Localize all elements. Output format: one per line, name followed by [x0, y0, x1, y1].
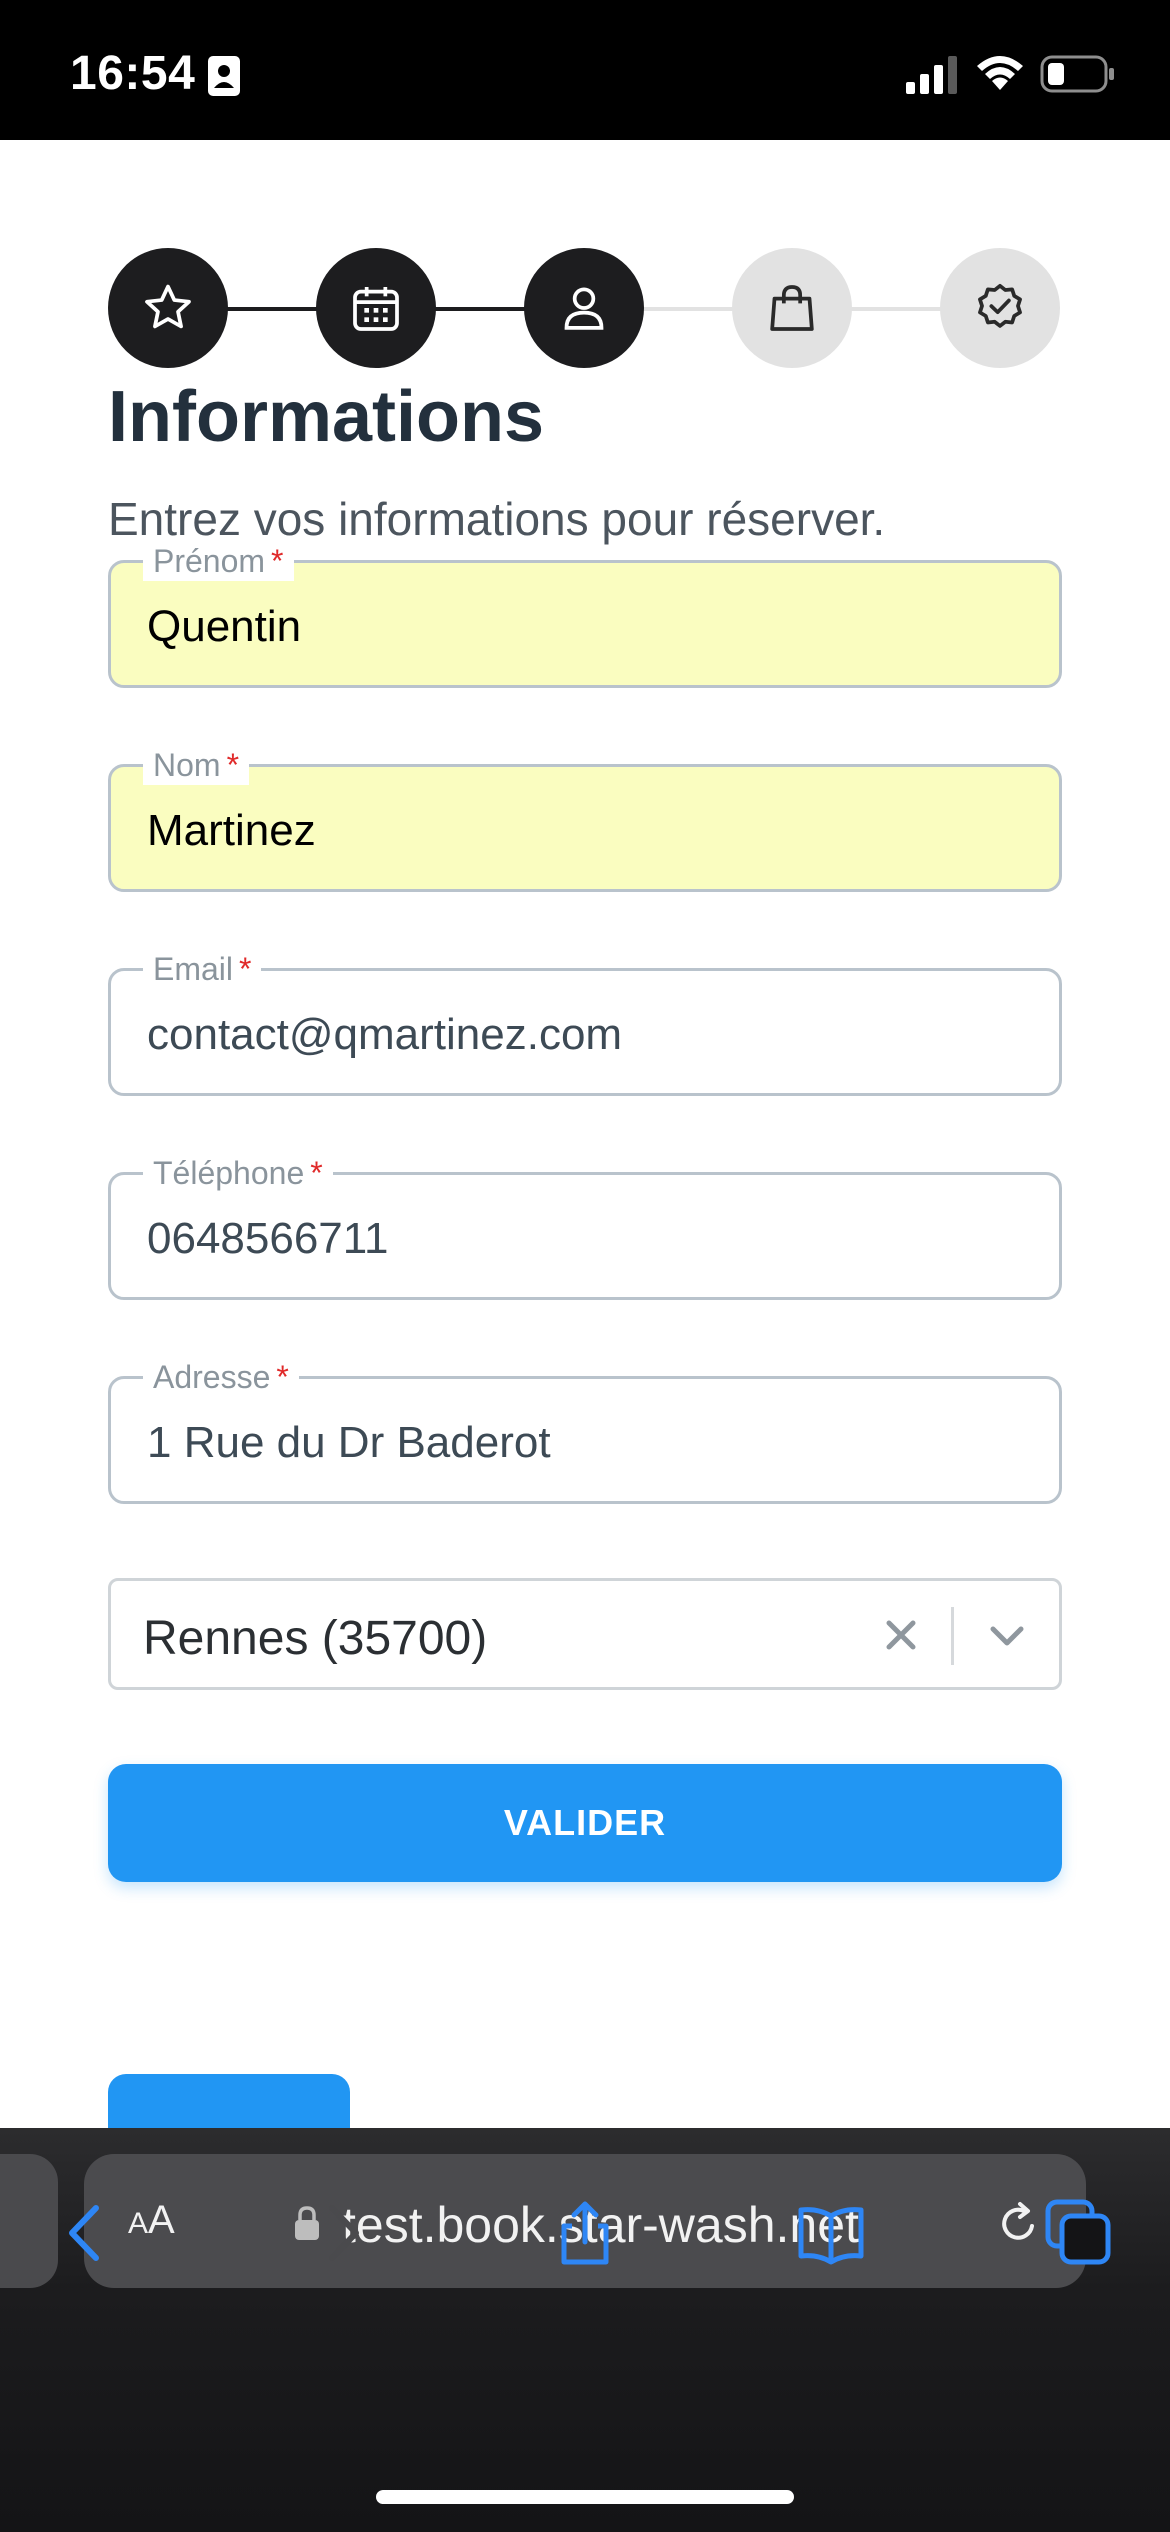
chevron-down-icon[interactable] [983, 1615, 1031, 1659]
user-icon [564, 287, 604, 330]
step-confirmation[interactable] [940, 248, 1060, 368]
phone-input[interactable] [147, 1211, 1027, 1267]
status-time: 16:54 [70, 47, 196, 100]
email-input[interactable] [147, 1007, 1027, 1063]
field-label: Nom * [143, 745, 250, 785]
city-select[interactable]: Rennes (35700) [108, 1578, 1062, 1690]
bookmarks-icon[interactable] [796, 2198, 866, 2268]
last-name-field: Nom * [108, 745, 1062, 892]
forward-icon[interactable] [306, 2198, 376, 2268]
shopping-bag-icon [770, 285, 814, 331]
share-icon[interactable] [550, 2198, 620, 2268]
step-information[interactable] [524, 248, 644, 368]
page-subtitle: Entrez vos informations pour réserver. [108, 493, 886, 545]
contact-card-icon [208, 56, 240, 96]
clear-icon[interactable] [877, 1611, 925, 1659]
booking-stepper [108, 248, 1062, 368]
calendar-icon [353, 287, 399, 331]
step-connector [634, 307, 744, 311]
star-icon [145, 284, 191, 329]
submit-button[interactable]: VALIDER [108, 1764, 1062, 1882]
field-label: Adresse * [143, 1357, 299, 1397]
phone-field: Téléphone * [108, 1153, 1062, 1300]
step-connector [426, 307, 536, 311]
email-field: Email * [108, 949, 1062, 1096]
address-input[interactable] [147, 1415, 1027, 1471]
status-bar: 16:54 [0, 0, 1170, 140]
reader-settings-button[interactable]: AA [128, 2198, 175, 2243]
battery-icon [1040, 55, 1114, 93]
address-field: Adresse * [108, 1357, 1062, 1504]
step-date[interactable] [316, 248, 436, 368]
step-connector [842, 307, 952, 311]
home-indicator[interactable] [376, 2490, 794, 2504]
first-name-field: Prénom * [108, 541, 1062, 688]
last-name-input[interactable] [147, 803, 1027, 859]
wifi-icon [977, 56, 1023, 90]
tabs-icon[interactable] [1044, 2198, 1114, 2268]
previous-tab-preview[interactable] [0, 2154, 58, 2288]
select-divider [951, 1607, 954, 1665]
field-label: Email * [143, 949, 262, 989]
page-title: Informations [108, 377, 545, 457]
field-label: Prénom * [143, 541, 294, 581]
first-name-input[interactable] [147, 599, 1027, 655]
step-cart[interactable] [732, 248, 852, 368]
signal-icon [906, 56, 957, 94]
back-icon[interactable] [52, 2198, 122, 2268]
reload-icon[interactable] [994, 2198, 1044, 2248]
step-connector [218, 307, 328, 311]
browser-toolbar: AA test.book.star-wash.net [0, 2128, 1170, 2532]
city-select-value: Rennes (35700) [143, 1612, 488, 1665]
verified-badge-icon [978, 283, 1022, 328]
step-service[interactable] [108, 248, 228, 368]
field-label: Téléphone * [143, 1153, 333, 1193]
